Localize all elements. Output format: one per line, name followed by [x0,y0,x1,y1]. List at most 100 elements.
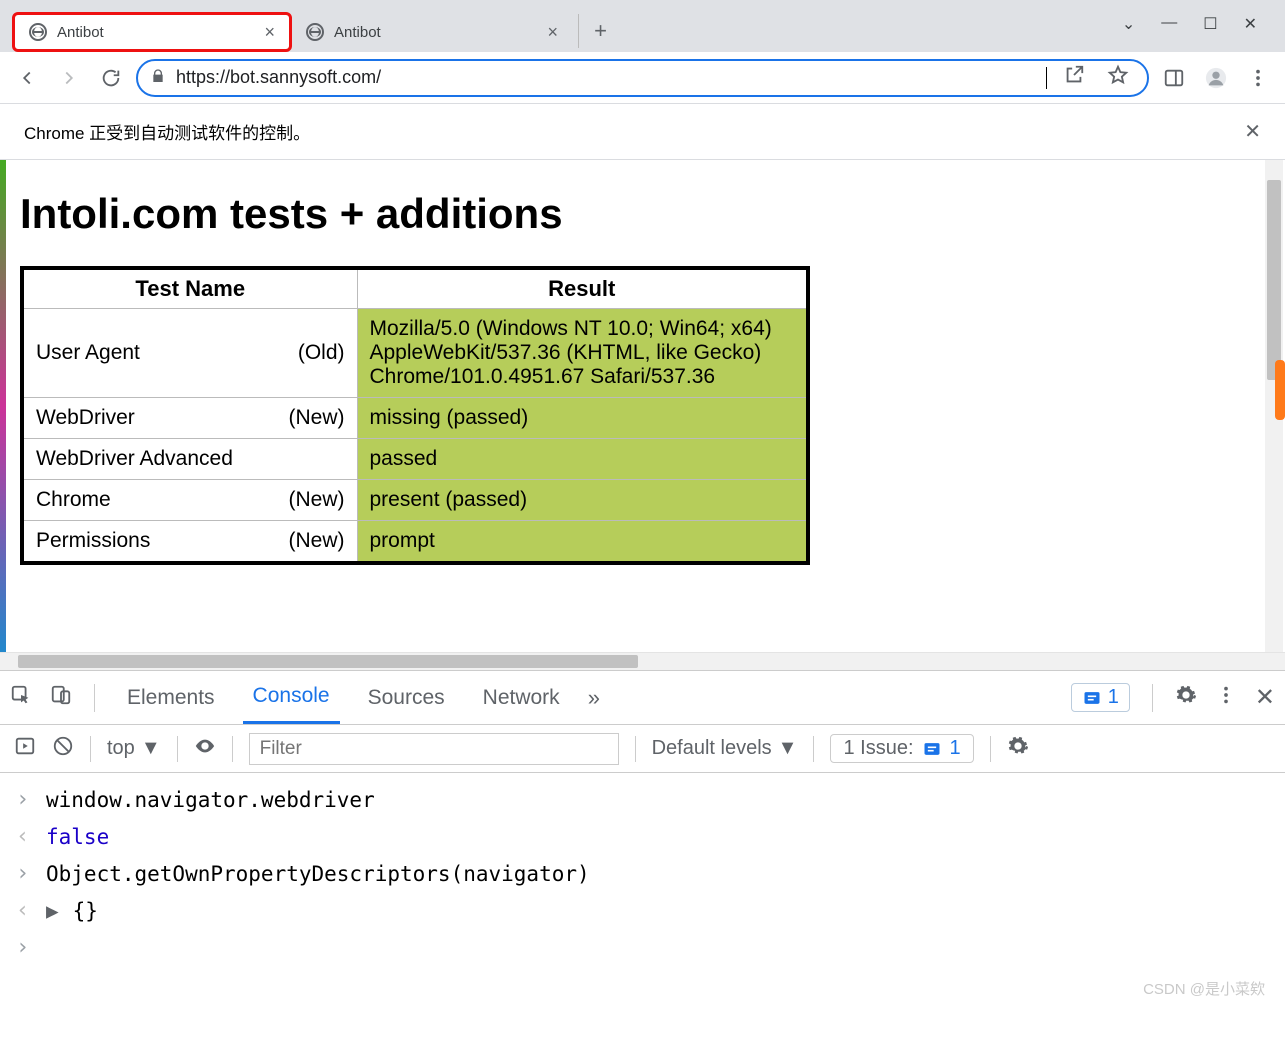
tab-network[interactable]: Network [473,671,570,724]
horizontal-scrollbar[interactable] [0,652,1285,670]
infobar-text: Chrome 正受到自动测试软件的控制。 [24,119,310,144]
test-tag: (New) [289,406,345,430]
settings-icon[interactable] [1175,684,1197,712]
close-tab-button[interactable]: × [264,22,275,43]
context-selector[interactable]: top ▼ [107,737,161,760]
separator [232,736,233,762]
close-window-button[interactable]: ✕ [1244,14,1257,34]
scrollbar-overlay-indicator [1275,360,1285,420]
test-name: Chrome [36,488,111,512]
tab-console[interactable]: Console [243,671,340,724]
separator [90,736,91,762]
browser-tab-1[interactable]: Antibot × [292,12,572,52]
chevron-down-icon[interactable]: ⌄ [1122,14,1135,34]
kebab-menu-icon[interactable] [1215,684,1237,712]
profile-icon[interactable] [1199,61,1233,95]
test-name-cell: WebDriver Advanced [22,439,357,480]
address-bar[interactable]: https://bot.sannysoft.com/ [136,59,1149,97]
separator [94,684,95,712]
chevron-down-icon: ▼ [141,737,161,760]
scrollbar-thumb[interactable] [1267,180,1281,380]
forward-button[interactable] [52,61,86,95]
back-button[interactable] [10,61,44,95]
browser-titlebar: Antibot × Antibot × + ⌄ — ☐ ✕ [0,0,1285,52]
close-devtools-button[interactable]: ✕ [1255,683,1275,712]
test-name: Permissions [36,529,150,553]
console-line: ▶ {} [16,892,1269,929]
table-row: WebDriver (New) missing (passed) [22,398,808,439]
scrollbar-thumb[interactable] [18,655,638,668]
vertical-scrollbar[interactable] [1265,160,1283,652]
test-tag: (New) [289,488,345,512]
console-text: false [46,825,109,849]
menu-button[interactable] [1241,61,1275,95]
page-heading: Intoli.com tests + additions [20,190,1265,238]
chevron-left-icon [16,898,32,923]
chevron-right-icon [16,861,32,886]
reload-button[interactable] [94,61,128,95]
devtools-panel: Elements Console Sources Network » 1 ✕ t… [0,670,1285,974]
close-infobar-button[interactable]: ✕ [1244,119,1261,144]
test-tag: (New) [289,529,345,553]
separator [813,736,814,762]
levels-selector[interactable]: Default levels ▼ [652,737,798,760]
issues-indicator[interactable]: 1 Issue: 1 [830,734,973,763]
page-content: Intoli.com tests + additions Test Name R… [0,160,1285,652]
separator [177,736,178,762]
console-line [16,929,1269,966]
minimize-button[interactable]: — [1161,14,1177,34]
table-row: WebDriver Advanced passed [22,439,808,480]
test-result-cell: prompt [357,521,808,564]
test-result-cell: present (passed) [357,480,808,521]
test-name-cell: User Agent(Old) [22,309,357,398]
share-icon[interactable] [1057,64,1091,91]
console-text: {} [73,899,98,923]
globe-icon [29,23,47,41]
test-tag: (Old) [298,341,345,365]
test-name-cell: Chrome (New) [22,480,357,521]
close-tab-button[interactable]: × [547,22,558,43]
filter-input[interactable] [249,733,619,765]
test-result-cell: Mozilla/5.0 (Windows NT 10.0; Win64; x64… [357,309,808,398]
console-line: window.navigator.webdriver [16,781,1269,818]
test-name-cell: Permissions (New) [22,521,357,564]
console-text: window.navigator.webdriver [46,788,375,812]
inspect-icon[interactable] [10,684,32,712]
play-icon[interactable] [14,735,36,763]
chevron-right-icon [16,787,32,812]
watermark: CSDN @是小菜欸 [1143,978,1265,999]
tab-title: Antibot [334,24,537,41]
expand-icon[interactable]: ▶ [46,899,59,923]
star-icon[interactable] [1101,64,1135,91]
settings-icon[interactable] [1007,735,1029,763]
test-result-cell: missing (passed) [357,398,808,439]
separator [990,736,991,762]
page-viewport: Intoli.com tests + additions Test Name R… [0,160,1285,652]
url-text: https://bot.sannysoft.com/ [176,67,1036,88]
th-result: Result [357,268,808,309]
table-row: Permissions (New) prompt [22,521,808,564]
test-name-cell: WebDriver (New) [22,398,357,439]
eye-icon[interactable] [194,735,216,763]
side-panel-icon[interactable] [1157,61,1191,95]
browser-tab-0[interactable]: Antibot × [12,12,292,52]
issues-badge[interactable]: 1 [1071,683,1130,712]
device-toggle-icon[interactable] [50,684,72,712]
more-tabs-icon[interactable]: » [588,685,600,711]
chevron-right-icon [16,935,32,960]
test-name: WebDriver [36,406,135,430]
tab-elements[interactable]: Elements [117,671,225,724]
test-name: WebDriver Advanced [36,447,233,471]
console-output[interactable]: window.navigator.webdriverfalseObject.ge… [0,773,1285,974]
text-cursor [1046,67,1047,89]
tab-sources[interactable]: Sources [358,671,455,724]
new-tab-button[interactable]: + [578,14,612,48]
test-result-cell: passed [357,439,808,480]
clear-console-icon[interactable] [52,735,74,763]
tests-table: Test Name Result User Agent(Old)Mozilla/… [20,266,810,565]
separator [1152,684,1153,712]
maximize-button[interactable]: ☐ [1203,14,1217,34]
table-row: Chrome (New) present (passed) [22,480,808,521]
table-row: User Agent(Old)Mozilla/5.0 (Windows NT 1… [22,309,808,398]
th-test-name: Test Name [22,268,357,309]
